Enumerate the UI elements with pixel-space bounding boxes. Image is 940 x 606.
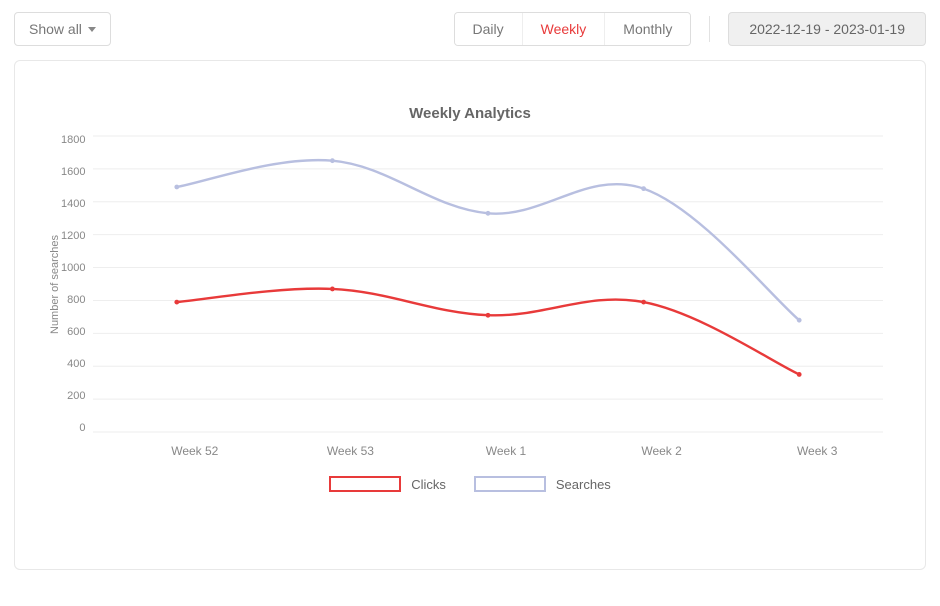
y-tick: 600 [67,326,85,338]
show-all-dropdown[interactable]: Show all [14,12,111,46]
tab-daily[interactable]: Daily [455,13,522,45]
date-range-button[interactable]: 2022-12-19 - 2023-01-19 [728,12,926,46]
y-tick: 1200 [61,230,85,242]
x-axis-ticks: Week 52 Week 53 Week 1 Week 2 Week 3 [117,444,895,458]
chart-title: Weekly Analytics [45,105,895,122]
y-tick: 1000 [61,262,85,274]
x-tick: Week 1 [428,444,584,458]
chart-svg [93,130,883,438]
tab-monthly[interactable]: Monthly [604,13,690,45]
y-tick: 0 [79,422,85,434]
legend-item-searches: Searches [474,476,611,492]
y-axis-ticks: 1800 1600 1400 1200 1000 800 600 400 200… [61,134,93,434]
x-tick: Week 3 [739,444,895,458]
chart-card: Weekly Analytics Number of searches 1800… [14,60,926,570]
chevron-down-icon [88,27,96,32]
x-tick: Week 2 [584,444,740,458]
y-tick: 400 [67,358,85,370]
toolbar: Show all Daily Weekly Monthly 2022-12-19… [14,12,926,46]
plot-area: Number of searches 1800 1600 1400 1200 1… [45,130,895,438]
period-segmented-control: Daily Weekly Monthly [454,12,692,46]
legend-label-clicks: Clicks [411,477,446,492]
y-tick: 1800 [61,134,85,146]
legend-item-clicks: Clicks [329,476,446,492]
legend: Clicks Searches [45,476,895,492]
y-tick: 800 [67,294,85,306]
x-tick: Week 52 [117,444,273,458]
y-tick: 200 [67,390,85,402]
tab-weekly[interactable]: Weekly [522,13,605,45]
y-axis-label: Number of searches [45,134,61,434]
legend-label-searches: Searches [556,477,611,492]
x-tick: Week 53 [273,444,429,458]
toolbar-divider [709,16,710,42]
legend-swatch-searches [474,476,546,492]
y-tick: 1600 [61,166,85,178]
legend-swatch-clicks [329,476,401,492]
chart-plot [93,130,895,438]
show-all-label: Show all [29,21,82,37]
y-tick: 1400 [61,198,85,210]
